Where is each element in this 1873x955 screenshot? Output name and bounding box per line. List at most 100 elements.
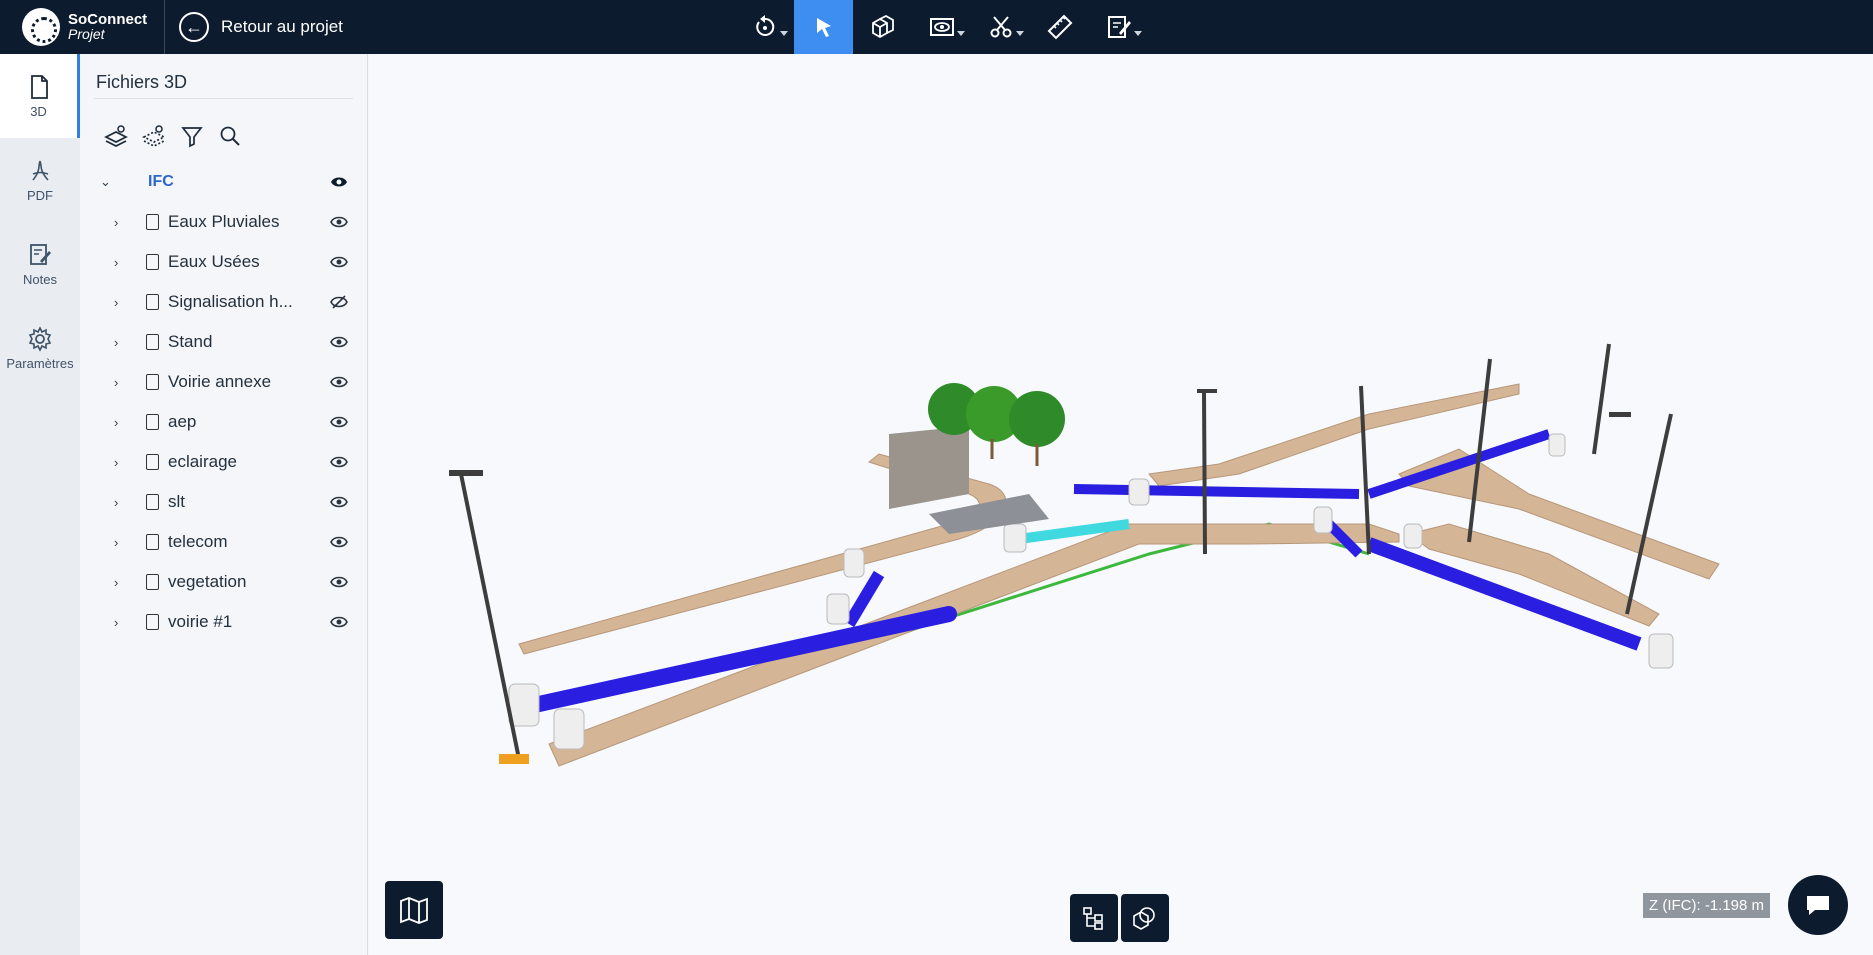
cubes-icon — [871, 14, 894, 39]
objects-button[interactable] — [1121, 894, 1169, 942]
file-icon — [146, 254, 159, 270]
eye-icon[interactable] — [330, 214, 348, 230]
chevron-down-icon[interactable]: ⌄ — [100, 174, 111, 190]
eye-icon[interactable] — [330, 614, 348, 630]
eye-icon[interactable] — [330, 334, 348, 350]
tree-file-item[interactable]: › Eaux Pluviales — [80, 202, 368, 242]
eye-icon[interactable] — [330, 534, 348, 550]
tree-file-label: voirie #1 — [168, 612, 233, 631]
eye-icon[interactable] — [330, 174, 348, 190]
panel-title: Fichiers 3D — [96, 72, 188, 92]
tree-file-item[interactable]: › aep — [80, 402, 368, 442]
chevron-right-icon[interactable]: › — [114, 215, 118, 230]
tree-file-item[interactable]: › voirie #1 — [80, 602, 368, 642]
3d-model-scene[interactable] — [369, 54, 1873, 955]
panel-toolbar — [104, 124, 242, 153]
viewer-toolbar — [735, 0, 1148, 54]
top-bar: SoConnect Projet ← Retour au projet — [0, 0, 1873, 54]
filter-button[interactable] — [180, 124, 204, 153]
chevron-down-icon — [957, 31, 965, 36]
file-icon — [146, 374, 159, 390]
logo-mark-icon — [22, 8, 60, 46]
logo-sub: Projet — [68, 26, 105, 42]
layers-dotted-button[interactable] — [142, 124, 166, 153]
tree-file-label: aep — [168, 412, 197, 431]
cubes-tool-button[interactable] — [853, 0, 912, 54]
chevron-right-icon[interactable]: › — [114, 255, 118, 270]
chevron-right-icon[interactable]: › — [114, 335, 118, 350]
hierarchy-icon — [1083, 907, 1103, 930]
annotate-tool-button[interactable] — [1089, 0, 1148, 54]
file-icon — [146, 574, 159, 590]
chevron-down-icon — [780, 31, 788, 36]
map-icon — [400, 897, 428, 924]
chevron-down-icon — [1016, 31, 1024, 36]
file-icon — [146, 414, 159, 430]
tree-file-item[interactable]: › Voirie annexe — [80, 362, 368, 402]
select-tool-button[interactable] — [794, 0, 853, 54]
tree-file-item[interactable]: › telecom — [80, 522, 368, 562]
layers-button[interactable] — [104, 124, 128, 153]
chat-icon — [1807, 896, 1829, 915]
chevron-right-icon[interactable]: › — [114, 615, 118, 630]
file-icon — [146, 294, 159, 310]
layers-dotted-icon — [142, 125, 166, 147]
rail-label: Notes — [23, 271, 57, 287]
chevron-right-icon[interactable]: › — [114, 295, 118, 310]
chevron-right-icon[interactable]: › — [114, 375, 118, 390]
ruler-icon — [1047, 14, 1072, 40]
cut-icon — [990, 16, 1011, 38]
cut-tool-button[interactable] — [971, 0, 1030, 54]
tree-file-item[interactable]: › Eaux Usées — [80, 242, 368, 282]
pdf-icon — [32, 160, 49, 181]
back-to-project-button[interactable]: ← Retour au projet — [179, 12, 343, 42]
search-icon — [220, 126, 240, 146]
rail-item-notes[interactable]: Notes — [0, 222, 80, 306]
chevron-right-icon[interactable]: › — [114, 575, 118, 590]
tree-file-label: Eaux Usées — [168, 252, 260, 271]
measure-tool-button[interactable] — [1030, 0, 1089, 54]
eye-icon[interactable] — [330, 414, 348, 430]
eye-off-icon[interactable] — [330, 294, 348, 310]
tree-file-label: slt — [168, 492, 185, 511]
eye-icon[interactable] — [330, 454, 348, 470]
tree-file-item[interactable]: › vegetation — [80, 562, 368, 602]
map-button[interactable] — [385, 881, 443, 939]
app-logo[interactable]: SoConnect Projet — [0, 0, 165, 54]
chevron-right-icon[interactable]: › — [114, 455, 118, 470]
tree-file-item[interactable]: › Stand — [80, 322, 368, 362]
file-icon — [146, 534, 159, 550]
file-icon — [30, 74, 48, 99]
file-tree: ⌄ IFC › Eaux Pluviales › Eaux Usées › Signali… — [80, 162, 368, 642]
search-button[interactable] — [218, 124, 242, 153]
view-mode-tool-button[interactable] — [912, 0, 971, 54]
eye-icon[interactable] — [330, 374, 348, 390]
chat-button[interactable] — [1788, 875, 1848, 935]
tree-file-label: Signalisation h... — [168, 292, 293, 311]
eye-icon[interactable] — [330, 494, 348, 510]
gear-icon — [28, 325, 52, 352]
tree-file-item[interactable]: › eclairage — [80, 442, 368, 482]
chevron-right-icon[interactable]: › — [114, 415, 118, 430]
tree-view-button[interactable] — [1070, 894, 1118, 942]
chevron-right-icon[interactable]: › — [114, 535, 118, 550]
rotate-tool-button[interactable] — [735, 0, 794, 54]
tree-root-label: IFC — [148, 173, 174, 190]
tree-root-ifc[interactable]: ⌄ IFC — [80, 162, 368, 202]
tree-file-item[interactable]: › Signalisation h... — [80, 282, 368, 322]
tree-file-label: Stand — [168, 332, 213, 351]
chevron-down-icon — [1134, 31, 1142, 36]
chevron-right-icon[interactable]: › — [114, 495, 118, 510]
rail-item-3d[interactable]: 3D — [0, 54, 80, 138]
eye-icon[interactable] — [330, 254, 348, 270]
rail-label: 3D — [30, 103, 47, 119]
3d-viewport[interactable] — [369, 54, 1873, 955]
rail-label: PDF — [27, 187, 53, 203]
rail-item-parametres[interactable]: Paramètres — [0, 306, 80, 390]
files-panel: Fichiers 3D ⌄ IFC › Eaux Pluviales › Eaux U… — [80, 54, 368, 955]
filter-icon — [181, 127, 203, 148]
tree-file-item[interactable]: › slt — [80, 482, 368, 522]
eye-icon[interactable] — [330, 574, 348, 590]
back-arrow-icon: ← — [179, 12, 209, 42]
rail-item-pdf[interactable]: PDF — [0, 138, 80, 222]
